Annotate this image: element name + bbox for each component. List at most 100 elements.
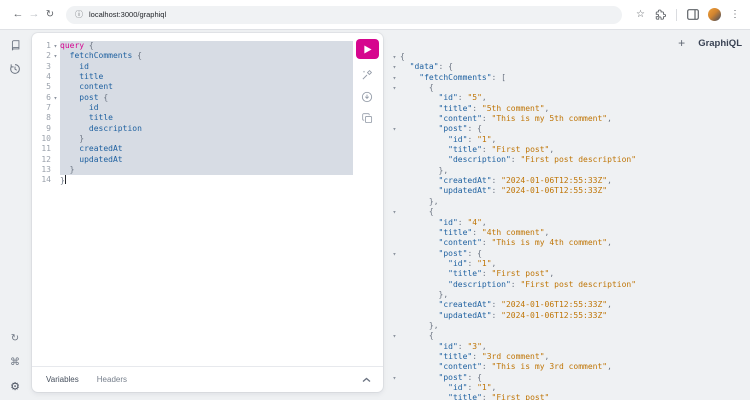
side-panel-icon[interactable]	[686, 8, 699, 21]
fold-gutter	[51, 144, 60, 154]
fold-arrow-icon[interactable]: ▾	[389, 249, 400, 259]
code-text: content	[60, 82, 353, 92]
text-cursor	[65, 175, 66, 184]
prettify-icon[interactable]	[361, 68, 374, 81]
fold-arrow-icon[interactable]: ▾	[389, 52, 400, 62]
fold-arrow-icon[interactable]: ▾	[389, 83, 400, 93]
response-line: "id": "1",	[389, 383, 750, 393]
fold-gutter	[389, 290, 400, 300]
code-text: updatedAt	[60, 155, 353, 165]
code-text: },	[400, 321, 750, 331]
fold-arrow-icon[interactable]: ▾	[51, 93, 60, 103]
url-bar[interactable]: ⓘ localhost:3000/graphiql	[66, 6, 622, 24]
add-tab-button[interactable]: +	[678, 37, 685, 49]
fold-gutter	[51, 155, 60, 165]
fold-gutter	[389, 311, 400, 321]
fold-arrow-icon[interactable]: ▾	[389, 73, 400, 83]
code-text: createdAt	[60, 144, 353, 154]
fold-arrow-icon[interactable]: ▾	[389, 331, 400, 341]
fold-arrow-icon[interactable]: ▾	[389, 62, 400, 72]
browser-menu-icon[interactable]: ⋮	[730, 10, 740, 20]
response-line: "id": "5",	[389, 93, 750, 103]
chevron-up-icon[interactable]	[362, 377, 371, 383]
secondary-editor-bar: Variables Headers	[32, 366, 383, 392]
line-number: 4	[38, 72, 51, 82]
code-text: "createdAt": "2024-01-06T12:55:33Z",	[400, 300, 750, 310]
fold-gutter	[389, 155, 400, 165]
line-number: 13	[38, 165, 51, 175]
fold-gutter	[389, 280, 400, 290]
fold-arrow-icon[interactable]: ▾	[389, 207, 400, 217]
response-pane: + GraphiQL ▾{▾ "data": {▾ "fetchComments…	[385, 31, 750, 400]
fold-arrow-icon[interactable]: ▾	[51, 51, 60, 61]
line-number: 8	[38, 113, 51, 123]
code-text: id	[60, 103, 353, 113]
site-info-icon[interactable]: ⓘ	[75, 11, 83, 19]
fold-arrow-icon[interactable]: ▾	[389, 124, 400, 134]
bookmark-star-icon[interactable]: ☆	[636, 10, 645, 20]
response-line: ▾ {	[389, 83, 750, 93]
browser-chrome: ← → ↻ ⓘ localhost:3000/graphiql ☆ ⋮	[0, 0, 750, 30]
response-line: ▾ "data": {	[389, 62, 750, 72]
fold-gutter	[389, 259, 400, 269]
response-line: ▾ "post": {	[389, 249, 750, 259]
fold-gutter	[389, 362, 400, 372]
reload-icon[interactable]: ↻	[42, 10, 58, 20]
line-number: 9	[38, 124, 51, 134]
forward-icon[interactable]: →	[26, 9, 42, 20]
copy-query-icon[interactable]	[361, 112, 374, 125]
refetch-schema-icon[interactable]: ↻	[7, 331, 23, 347]
code-text: "fetchComments": [	[400, 73, 750, 83]
response-viewer: ▾{▾ "data": {▾ "fetchComments": [▾ { "id…	[389, 52, 750, 400]
fold-gutter	[389, 135, 400, 145]
editor-line: 2▾ fetchComments {	[38, 51, 353, 61]
fold-gutter	[389, 321, 400, 331]
extensions-puzzle-icon[interactable]	[654, 8, 667, 21]
editor-line: 6▾ post {	[38, 93, 353, 103]
tab-headers[interactable]: Headers	[97, 375, 127, 384]
code-text: "id": "4",	[400, 218, 750, 228]
back-icon[interactable]: ←	[10, 9, 26, 20]
code-text: "id": "1",	[400, 259, 750, 269]
editor-line: 1▾query {	[38, 41, 353, 51]
editor-line: 10 }	[38, 134, 353, 144]
response-line: ▾ "fetchComments": [	[389, 73, 750, 83]
code-text: title	[60, 72, 353, 82]
code-text: "post": {	[400, 249, 750, 259]
fold-arrow-icon[interactable]: ▾	[51, 41, 60, 51]
code-text: "description": "First post description"	[400, 155, 750, 165]
fold-gutter	[51, 72, 60, 82]
fold-gutter	[51, 175, 60, 185]
code-text: fetchComments {	[60, 51, 353, 61]
response-line: "createdAt": "2024-01-06T12:55:33Z",	[389, 300, 750, 310]
profile-avatar[interactable]	[708, 8, 721, 21]
code-text: "description": "First post description"	[400, 280, 750, 290]
code-text: "title": "4th comment",	[400, 228, 750, 238]
line-number: 5	[38, 82, 51, 92]
code-text: title	[60, 113, 353, 123]
code-text: "updatedAt": "2024-01-06T12:55:33Z"	[400, 311, 750, 321]
keyboard-shortcut-icon[interactable]: ⌘	[7, 355, 23, 371]
code-text: }	[60, 165, 353, 175]
code-text: "id": "3",	[400, 342, 750, 352]
code-text: "updatedAt": "2024-01-06T12:55:33Z"	[400, 186, 750, 196]
settings-gear-icon[interactable]: ⚙	[7, 379, 23, 395]
fold-gutter	[389, 228, 400, 238]
docs-icon[interactable]	[7, 37, 23, 53]
fold-arrow-icon[interactable]: ▾	[389, 373, 400, 383]
line-number: 7	[38, 103, 51, 113]
response-line: "createdAt": "2024-01-06T12:55:33Z",	[389, 176, 750, 186]
fold-gutter	[389, 238, 400, 248]
merge-fragments-icon[interactable]	[361, 90, 374, 103]
response-line: "title": "First post",	[389, 145, 750, 155]
history-icon[interactable]	[7, 61, 23, 77]
execute-query-button[interactable]	[356, 39, 379, 59]
fold-gutter	[389, 393, 400, 400]
code-text: "id": "1",	[400, 383, 750, 393]
tab-variables[interactable]: Variables	[46, 375, 79, 384]
response-line: "updatedAt": "2024-01-06T12:55:33Z"	[389, 311, 750, 321]
editor-line: 5 content	[38, 82, 353, 92]
query-editor[interactable]: 1▾query {2▾ fetchComments {3 id4 title5 …	[38, 41, 353, 186]
response-line: ▾{	[389, 52, 750, 62]
graphiql-main: ↻ ⌘ ⚙ 1▾query {2▾ fetchComments {3 id4 t…	[0, 31, 750, 400]
